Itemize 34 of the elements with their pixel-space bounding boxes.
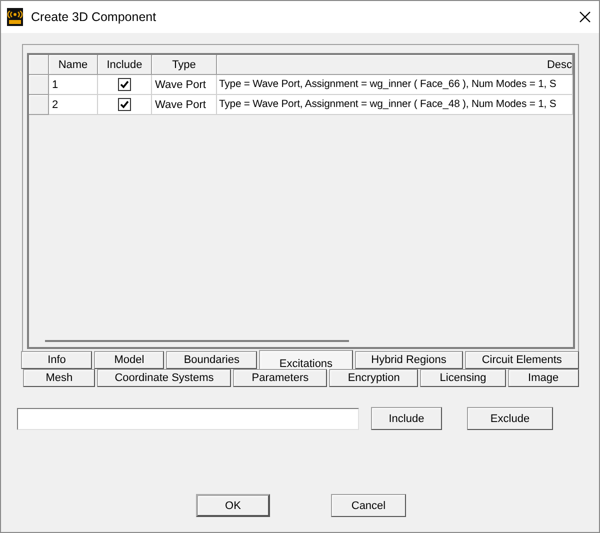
- table-cell: 1: [49, 75, 98, 95]
- tab[interactable]: Boundaries: [166, 351, 258, 369]
- column-header[interactable]: Name: [49, 55, 98, 75]
- include-checkbox[interactable]: [118, 98, 131, 111]
- row-header[interactable]: [29, 75, 49, 95]
- tab[interactable]: Licensing: [420, 369, 506, 387]
- ok-button[interactable]: OK: [196, 494, 270, 517]
- tab[interactable]: Parameters: [233, 369, 328, 387]
- include-button[interactable]: Include: [371, 407, 442, 430]
- include-checkbox[interactable]: [118, 78, 131, 91]
- row-header[interactable]: [29, 95, 49, 115]
- tab[interactable]: Hybrid Regions: [354, 351, 463, 369]
- filter-input-field[interactable]: [17, 408, 359, 430]
- exclude-button[interactable]: Exclude: [467, 407, 553, 430]
- tab[interactable]: Coordinate Systems: [97, 369, 232, 387]
- table-cell: Type = Wave Port, Assignment = wg_inner ( Face_66 ), Num Modes = 1, S: [217, 75, 573, 95]
- tab[interactable]: Image: [508, 369, 579, 387]
- close-icon[interactable]: [579, 11, 591, 23]
- table-cell: Wave Port: [152, 95, 217, 115]
- tab[interactable]: Encryption: [329, 369, 418, 387]
- column-header[interactable]: Include: [98, 55, 152, 75]
- horizontal-scrollbar[interactable]: [45, 340, 349, 342]
- column-header[interactable]: Type: [152, 55, 217, 75]
- tab[interactable]: Circuit Elements: [464, 351, 579, 369]
- table-cell: Type = Wave Port, Assignment = wg_inner ( Face_48 ), Num Modes = 1, S: [217, 95, 573, 115]
- table-cell: 2: [49, 95, 98, 115]
- tab[interactable]: Info: [21, 351, 92, 369]
- table-cell: Wave Port: [152, 75, 217, 95]
- tab[interactable]: Model: [94, 351, 164, 369]
- app-logo-icon: [7, 8, 23, 26]
- cancel-button[interactable]: Cancel: [331, 494, 406, 517]
- column-header[interactable]: Desc: [217, 55, 573, 75]
- window-title: Create 3D Component: [31, 10, 156, 24]
- tab[interactable]: Mesh: [23, 369, 96, 387]
